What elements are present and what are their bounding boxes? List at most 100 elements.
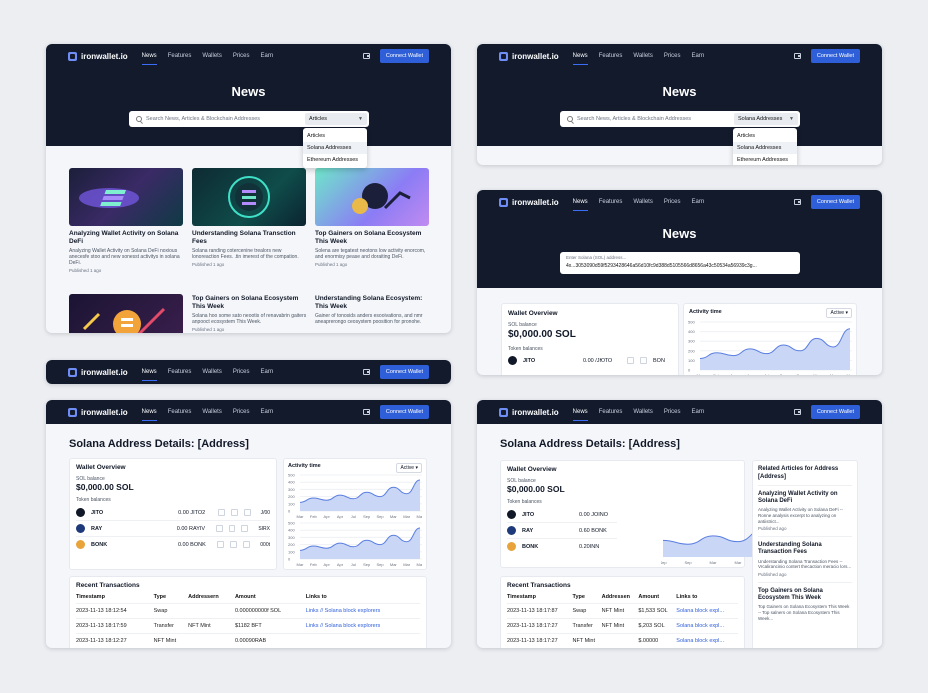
related-article[interactable]: Top Gainers on Solana Ecosystem This Wee… [758,581,852,626]
nav-prices[interactable]: Prices [233,400,250,424]
copy-icon[interactable] [627,357,634,364]
nav-prices[interactable]: Prices [664,190,681,214]
copy-icon[interactable] [217,541,225,548]
nav-news[interactable]: News [572,400,588,424]
article-image[interactable] [192,168,306,226]
dropdown-option-solana[interactable]: Solana Addresses [303,142,367,154]
brand-logo[interactable]: ironwallet.io [68,407,128,417]
connect-wallet-button[interactable]: Connect Wallet [810,405,860,419]
nav-features[interactable]: Features [168,400,192,424]
connect-wallet-button[interactable]: Connect Wallet [379,49,429,63]
table-row[interactable]: 2023-11-13 18:17:27 Transfer NFT Mint $,203… [507,618,738,634]
search-bar[interactable]: Search News, Articles & Blockchain Addre… [129,111,369,127]
nav-news[interactable]: News [141,360,157,384]
explorer-link[interactable] [305,633,420,648]
token-row[interactable]: RAY 0.00 RAYIV SIRX [76,520,270,536]
activity-filter[interactable]: Active ▾ [826,308,852,318]
dropdown-option-ethereum[interactable]: Ethereum Addresses [733,154,797,165]
nav-news[interactable]: News [572,190,588,214]
search-input[interactable]: Search News, Articles & Blockchain Addre… [146,116,260,122]
brand-logo[interactable]: ironwallet.io [68,51,128,61]
article-card[interactable]: Top Gainers on Solana Ecosystem This Wee… [192,295,308,332]
nav-prices[interactable]: Prices [664,400,681,424]
wallet-icon[interactable] [362,409,370,415]
nav-earn[interactable]: Earn [261,400,274,424]
explorer-icon[interactable] [243,541,251,548]
token-row[interactable]: BONK 0.00 BONK 000t [76,536,270,552]
explorer-icon[interactable] [243,509,251,516]
nav-features[interactable]: Features [599,44,623,68]
nav-earn[interactable]: Earn [261,44,274,68]
nav-features[interactable]: Features [168,360,192,384]
connect-wallet-button[interactable]: Connect Wallet [379,365,429,379]
token-row[interactable]: BONK 0.20INN [507,538,617,554]
article-card[interactable]: Understanding Solana Ecosystem: This Wee… [315,295,431,325]
explorer-link[interactable]: Solana block expl... [676,603,738,619]
article-card[interactable]: Top Gainers on Solana Ecosystem This Wee… [315,230,431,267]
nav-earn[interactable]: Earn [261,360,274,384]
nav-wallets[interactable]: Wallets [633,44,652,68]
brand-logo[interactable]: ironwallet.io [499,407,559,417]
nav-wallets[interactable]: Wallets [633,190,652,214]
nav-earn[interactable]: Earn [692,400,705,424]
dropdown-option-solana[interactable]: Solana Addresses [733,142,797,154]
search-input[interactable]: Search News, Articles & Blockchain Addre… [577,116,691,122]
article-image[interactable] [69,294,183,333]
wallet-icon[interactable] [362,53,370,59]
share-icon[interactable] [640,357,647,364]
nav-news[interactable]: News [141,44,157,68]
article-image[interactable] [315,168,429,226]
nav-prices[interactable]: Prices [233,360,250,384]
nav-features[interactable]: Features [599,400,623,424]
nav-wallets[interactable]: Wallets [202,360,221,384]
dropdown-option-articles[interactable]: Articles [733,130,797,142]
table-row[interactable]: 2023-11-13 18:17:27 NFT Mint $.00000 Solana… [507,633,738,648]
search-type-select[interactable]: Solana Addresses ▼ [734,113,798,125]
nav-features[interactable]: Features [168,44,192,68]
wallet-icon[interactable] [793,199,801,205]
sol-address-input[interactable]: Enter Solana (SOL) address... 4x...30530… [560,252,800,274]
connect-wallet-button[interactable]: Connect Wallet [379,405,429,419]
dropdown-option-articles[interactable]: Articles [303,130,367,142]
token-row[interactable]: JITO 0.00 JOINO [507,507,617,522]
activity-filter[interactable]: Active ▾ [396,463,422,473]
explorer-link[interactable]: Solana block expl... [676,633,738,648]
nav-news[interactable]: News [141,400,157,424]
share-icon[interactable] [228,525,236,532]
nav-prices[interactable]: Prices [233,44,250,68]
nav-wallets[interactable]: Wallets [633,400,652,424]
brand-logo[interactable]: ironwallet.io [499,51,559,61]
share-icon[interactable] [230,541,238,548]
nav-features[interactable]: Features [599,190,623,214]
wallet-icon[interactable] [793,53,801,59]
nav-earn[interactable]: Earn [692,190,705,214]
article-image[interactable] [69,168,183,226]
related-article[interactable]: Understanding Solana Transaction Fees Und… [758,536,852,582]
nav-wallets[interactable]: Wallets [202,44,221,68]
explorer-link[interactable]: Solana block expl... [676,618,738,634]
nav-news[interactable]: News [572,44,588,68]
nav-wallets[interactable]: Wallets [202,400,221,424]
token-row[interactable]: JITO 0.00 JITO2 J/00 [76,505,270,520]
connect-wallet-button[interactable]: Connect Wallet [810,49,860,63]
search-type-select[interactable]: Articles ▼ [305,113,367,125]
wallet-icon[interactable] [793,409,801,415]
article-card[interactable]: Analyzing Wallet Activity on Solana DeFi… [69,230,185,273]
copy-icon[interactable] [217,509,225,516]
dropdown-option-ethereum[interactable]: Ethereum Addresses [303,154,367,166]
token-row[interactable]: RAY 0.60 BONK [507,522,617,538]
table-row[interactable]: 2023-11-13 18:12:27 NFT Mint 0.00090RAB [76,633,420,648]
share-icon[interactable] [230,509,238,516]
brand-logo[interactable]: ironwallet.io [499,197,559,207]
explorer-link[interactable]: Links // Solana block explorers [305,603,420,619]
table-row[interactable]: 2023-11-13 18:12:54 Swap 0.000000000f SOL L… [76,603,420,619]
copy-icon[interactable] [215,525,223,532]
table-row[interactable]: 2023-11-13 18:17:59 Transfer NFT Mint $1182… [76,618,420,634]
explorer-link[interactable]: Links // Solana block explorers [305,618,420,634]
explorer-icon[interactable] [241,525,249,532]
search-bar[interactable]: Search News, Articles & Blockchain Addre… [560,111,800,127]
nav-earn[interactable]: Earn [692,44,705,68]
related-article[interactable]: Analyzing Wallet Activity on Solana DeFi… [758,485,852,536]
token-row[interactable]: JITO 0.00 /ЈЮТО BON [508,356,672,365]
table-row[interactable]: 2023-11-13 18:17:87 Swap NFT Mint $1,533 SO… [507,603,738,619]
